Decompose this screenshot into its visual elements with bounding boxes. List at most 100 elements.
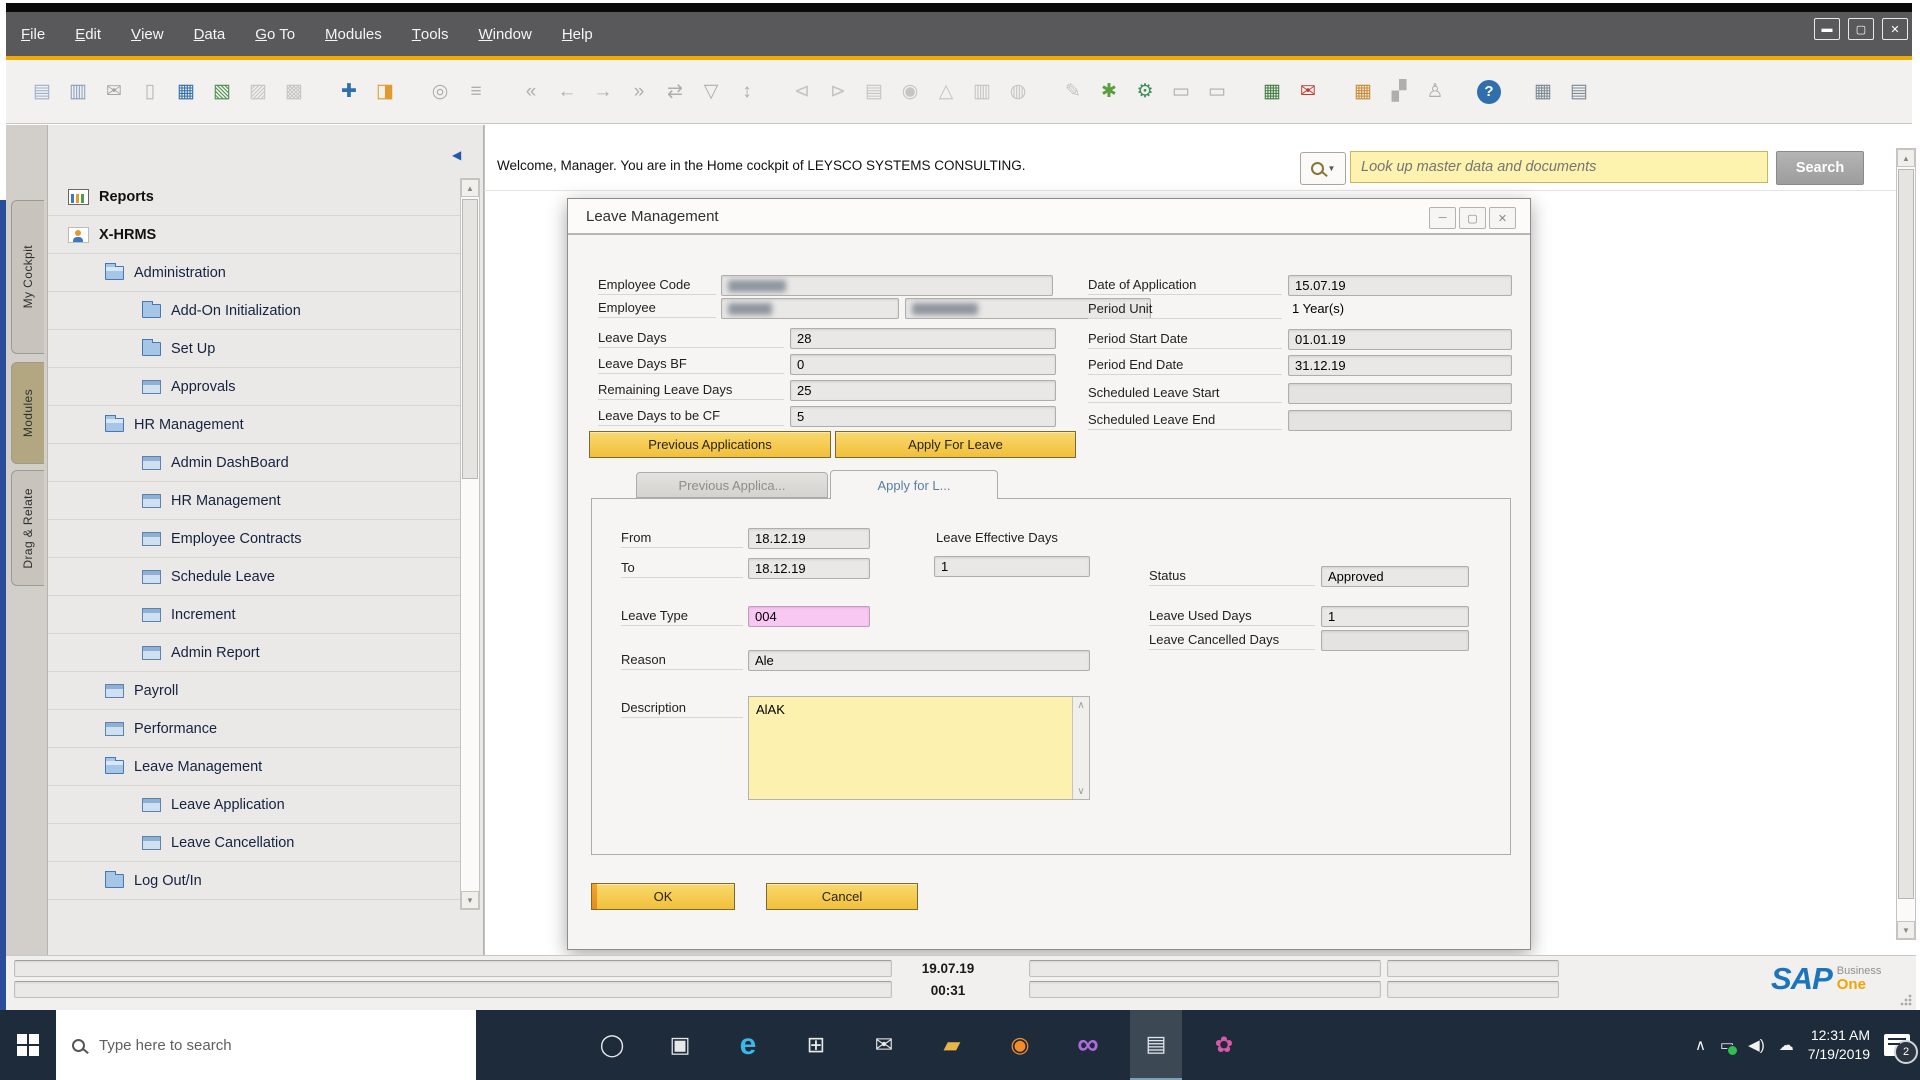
tab-apply-for-leave[interactable]: Apply for L... (830, 470, 998, 499)
action-center-icon[interactable]: 2 (1884, 1034, 1918, 1064)
sidebar-item-payroll[interactable]: Payroll (48, 672, 460, 710)
list-view-icon[interactable]: ≡ (463, 78, 489, 106)
copy-to-icon[interactable]: ⊳ (825, 78, 851, 106)
leave-days-field[interactable]: 28 (790, 328, 1056, 349)
edge-icon[interactable]: e (722, 1010, 774, 1080)
tray-expand-icon[interactable]: ∧ (1695, 1036, 1706, 1054)
help-icon[interactable]: ? (1477, 79, 1501, 104)
edit-icon[interactable]: ✎ (1060, 78, 1086, 106)
mail-alert-icon[interactable]: ✉ (1295, 78, 1321, 106)
infinity-app-icon[interactable]: ∞ (1062, 1010, 1114, 1080)
fax-icon[interactable]: ▦ (173, 78, 199, 106)
menu-modules[interactable]: Modules (310, 12, 397, 56)
refresh-icon[interactable]: ⇄ (662, 78, 688, 106)
to-date-field[interactable]: 18.12.19 (748, 558, 870, 579)
collapse-sidebar-icon[interactable]: ◀ (452, 148, 461, 162)
ok-button[interactable]: OK (591, 883, 735, 910)
copy-document-icon[interactable]: ▯ (137, 78, 163, 106)
payment-means-icon[interactable]: ▤ (861, 78, 887, 106)
sidebar-item-leave-cancellation[interactable]: Leave Cancellation (48, 824, 460, 862)
user-icon[interactable]: ♙ (1422, 78, 1448, 106)
leave-cancelled-days-field[interactable] (1321, 630, 1469, 651)
tab-previous-applications[interactable]: Previous Applica... (636, 472, 828, 498)
menu-view[interactable]: View (116, 12, 179, 56)
taskbar-search-field[interactable]: Type here to search (56, 1010, 476, 1080)
sidebar-item-hr-management[interactable]: HR Management (48, 482, 460, 520)
status-field[interactable]: Approved (1321, 566, 1469, 587)
search-input[interactable] (1350, 151, 1768, 183)
tree-scrollbar-thumb[interactable] (462, 199, 478, 479)
sidebar-item-administration[interactable]: Administration (48, 254, 460, 292)
employee-first-name-field[interactable] (721, 298, 899, 319)
scroll-down-icon[interactable]: ▼ (1897, 921, 1915, 939)
main-scrollbar[interactable]: ▲ ▼ (1896, 148, 1916, 940)
journal-entry-icon[interactable]: ▥ (969, 78, 995, 106)
file-explorer-icon[interactable]: ▰ (926, 1010, 978, 1080)
scroll-up-icon[interactable]: ∧ (1073, 697, 1089, 713)
sidebar-item-log-out-in[interactable]: Log Out/In (48, 862, 460, 900)
leave-days-bf-field[interactable]: 0 (790, 354, 1056, 375)
menu-edit[interactable]: Edit (60, 12, 116, 56)
navigation-arrows-icon[interactable]: ✚ (336, 78, 362, 106)
tab-my-cockpit[interactable]: My Cockpit (11, 200, 44, 354)
scheduled-leave-end-field[interactable] (1288, 410, 1512, 431)
dialog-title-bar[interactable]: Leave Management ─ ▢ ✕ (568, 199, 1530, 235)
sap-business-one-icon[interactable]: ▤ (1130, 1010, 1182, 1080)
from-date-field[interactable]: 18.12.19 (748, 528, 870, 549)
sidebar-item-employee-contracts[interactable]: Employee Contracts (48, 520, 460, 558)
copy-from-icon[interactable]: ⊲ (789, 78, 815, 106)
menu-tools[interactable]: Tools (397, 12, 464, 56)
menu-help[interactable]: Help (547, 12, 608, 56)
main-scrollbar-thumb[interactable] (1898, 169, 1914, 899)
battery-icon[interactable]: ▭ (1720, 1036, 1739, 1056)
cancel-button[interactable]: Cancel (766, 883, 918, 910)
paint-icon[interactable]: ✿ (1198, 1010, 1250, 1080)
delivery-note-icon[interactable]: ▭ (1204, 78, 1230, 106)
document-search-icon[interactable]: ◍ (1005, 78, 1031, 106)
export-word-icon[interactable]: ▨ (245, 78, 271, 106)
dialog-close-button[interactable]: ✕ (1489, 207, 1516, 229)
settings-wrench-icon[interactable]: ⚙ (1132, 78, 1158, 106)
cortana-icon[interactable]: ◯ (586, 1010, 638, 1080)
firefox-icon[interactable]: ◉ (994, 1010, 1046, 1080)
resize-grip[interactable] (1899, 993, 1913, 1007)
sidebar-item-admin-report[interactable]: Admin Report (48, 634, 460, 672)
leave-days-cf-field[interactable]: 5 (790, 406, 1056, 427)
scheduled-leave-start-field[interactable] (1288, 383, 1512, 404)
period-start-date-field[interactable]: 01.01.19 (1288, 329, 1512, 350)
sort-icon[interactable]: ↕ (734, 78, 760, 106)
description-scrollbar[interactable]: ∧ ∨ (1072, 697, 1089, 799)
dialog-maximize-button[interactable]: ▢ (1459, 207, 1486, 229)
apply-for-leave-button[interactable]: Apply For Leave (835, 431, 1076, 458)
reason-field[interactable]: Ale (748, 650, 1090, 671)
next-record-icon[interactable]: → (590, 78, 616, 106)
money-functions-icon[interactable]: ◉ (897, 78, 923, 106)
period-end-date-field[interactable]: 31.12.19 (1288, 355, 1512, 376)
menu-go-to[interactable]: Go To (240, 12, 310, 56)
previous-applications-button[interactable]: Previous Applications (589, 431, 831, 458)
checklist-icon[interactable]: ▦ (1259, 78, 1285, 106)
tab-modules[interactable]: Modules (11, 362, 44, 464)
mail-icon[interactable]: ✉ (858, 1010, 910, 1080)
sidebar-item-leave-application[interactable]: Leave Application (48, 786, 460, 824)
first-record-icon[interactable]: « (518, 78, 544, 106)
minimize-button[interactable]: ▬ (1814, 18, 1840, 40)
volume-weight-icon[interactable]: △ (933, 78, 959, 106)
sidebar-item-reports[interactable]: Reports (48, 178, 460, 216)
find-icon[interactable]: ◎ (427, 78, 453, 106)
restore-button[interactable]: ▢ (1848, 18, 1874, 40)
calculator-icon[interactable]: ▦ (1530, 78, 1556, 106)
menu-data[interactable]: Data (179, 12, 241, 56)
sidebar-item-hr-management[interactable]: HR Management (48, 406, 460, 444)
dialog-minimize-button[interactable]: ─ (1429, 207, 1456, 229)
sidebar-item-schedule-leave[interactable]: Schedule Leave (48, 558, 460, 596)
taskbar-clock[interactable]: 12:31 AM 7/19/2019 (1808, 1026, 1870, 1064)
sidebar-item-leave-management[interactable]: Leave Management (48, 748, 460, 786)
volume-icon[interactable]: ◀) (1748, 1036, 1765, 1054)
email-icon[interactable]: ✉ (101, 78, 127, 106)
leave-type-field[interactable]: 004 (748, 606, 870, 627)
leave-used-days-field[interactable]: 1 (1321, 606, 1469, 627)
last-record-icon[interactable]: » (626, 78, 652, 106)
search-button[interactable]: Search (1776, 151, 1864, 185)
sidebar-item-set-up[interactable]: Set Up (48, 330, 460, 368)
